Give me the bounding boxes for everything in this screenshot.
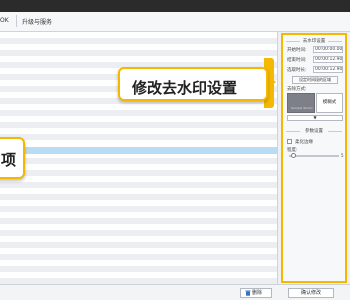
list-row[interactable] xyxy=(0,266,277,272)
method-label: 去除方式: xyxy=(287,87,307,92)
end-time-label: 结束时间: xyxy=(287,58,307,63)
start-time-input[interactable]: 00:00:00.000 xyxy=(313,46,343,53)
menu-separator xyxy=(16,15,17,27)
degree-slider-handle[interactable] xyxy=(291,153,296,158)
list-row-selected[interactable] xyxy=(0,147,277,154)
menu-item-ok[interactable]: OK xyxy=(0,17,9,24)
section-rule-right xyxy=(328,131,342,132)
list-row[interactable] xyxy=(0,254,277,260)
menu-bar: OK 升级与服务 xyxy=(0,12,350,32)
degree-value: 5 xyxy=(341,153,344,158)
callout-main-text: 修改去水印设置 xyxy=(132,79,238,97)
start-time-label: 开始时间: xyxy=(287,48,307,53)
callout-main: 修改去水印设置 xyxy=(118,67,268,101)
list-row[interactable] xyxy=(0,206,277,212)
list-row[interactable] xyxy=(0,110,277,116)
callout-left: 项 xyxy=(0,137,25,179)
title-bar xyxy=(0,0,350,12)
blur-mode-button[interactable]: 模糊式 xyxy=(316,93,343,113)
list-row[interactable] xyxy=(0,218,277,224)
list-row[interactable] xyxy=(0,182,277,188)
menu-item-upgrade[interactable]: 升级与服务 xyxy=(22,17,52,26)
smooth-edge-checkbox[interactable] xyxy=(287,139,292,144)
duration-input[interactable]: 00:00:12.900 xyxy=(313,66,343,73)
callout-left-text: 项 xyxy=(1,151,17,169)
confirm-button[interactable]: 确认修改 xyxy=(288,288,334,298)
list-row[interactable] xyxy=(0,170,277,176)
list-row[interactable] xyxy=(0,194,277,200)
list-row[interactable] xyxy=(0,38,277,44)
footer-bar: 删除 确认修改 xyxy=(0,284,350,300)
delete-button[interactable]: 删除 xyxy=(240,288,272,298)
list-row[interactable] xyxy=(0,242,277,248)
set-range-button[interactable]: 设定时间段的区域 xyxy=(292,76,338,84)
app-window: OK 升级与服务 修改去水印设置 项 去水印设置 开始时间: 00:00:00.… xyxy=(0,0,350,300)
end-time-input[interactable]: 00:00:12.900 xyxy=(313,56,343,63)
delete-label: 删除 xyxy=(252,290,263,296)
watermark-preview-thumb[interactable]: Sample Studio xyxy=(287,93,315,113)
list-row[interactable] xyxy=(0,158,277,164)
list-row[interactable] xyxy=(0,50,277,56)
duration-label: 选取时长: xyxy=(287,68,307,73)
mode-dropdown[interactable]: ▼ xyxy=(287,115,343,121)
list-row[interactable] xyxy=(0,134,277,140)
degree-slider-track[interactable] xyxy=(289,155,339,157)
watermark-settings-panel: 去水印设置 开始时间: 00:00:00.000 结束时间: 00:00:12.… xyxy=(281,33,347,283)
section-rule-right xyxy=(328,41,342,42)
callout-arrow xyxy=(268,76,276,88)
trash-icon xyxy=(245,290,251,296)
list-row[interactable] xyxy=(0,230,277,236)
watermark-sample-text: Sample Studio xyxy=(291,106,313,110)
smooth-edge-label: 柔化边缘 xyxy=(295,140,313,145)
list-row[interactable] xyxy=(0,122,277,128)
